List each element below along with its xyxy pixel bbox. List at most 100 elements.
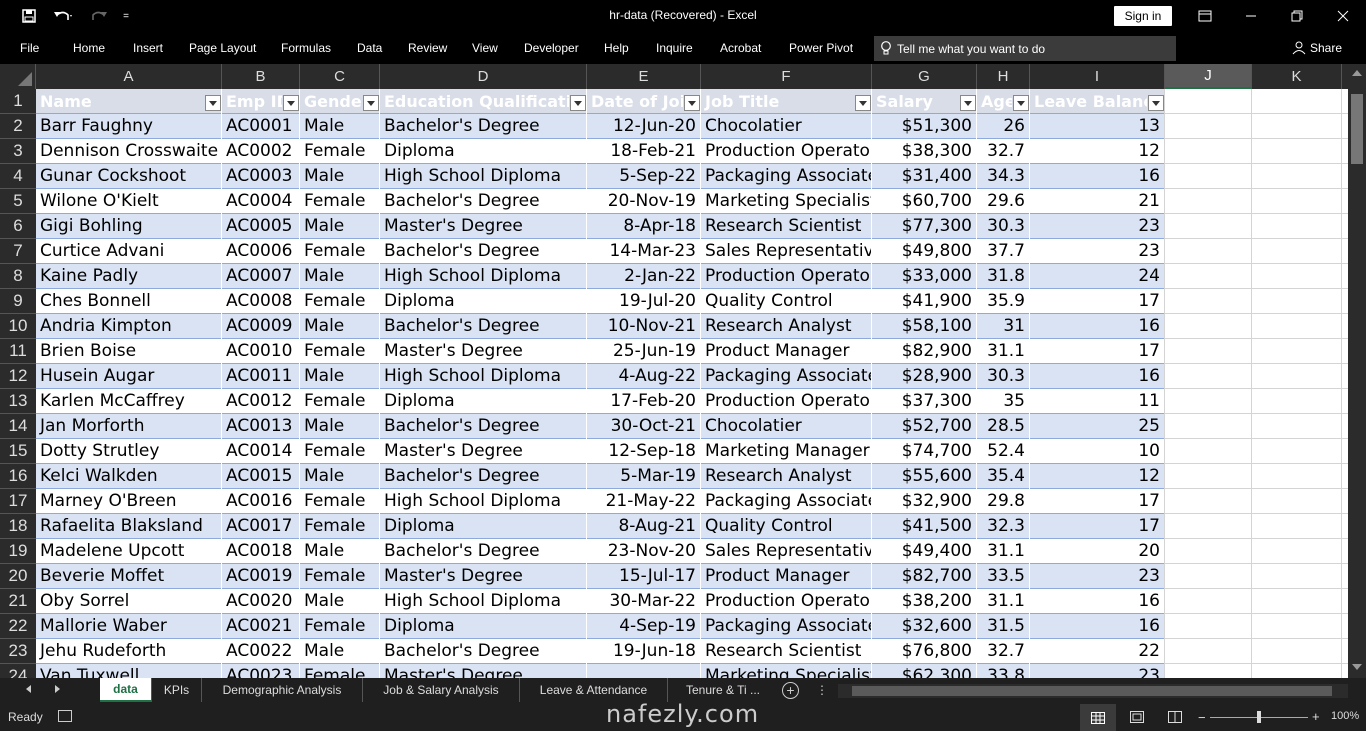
table-cell[interactable]: $31,400 <box>872 164 976 189</box>
table-cell[interactable]: 16 <box>1030 364 1164 389</box>
sheet-tab-leave-attendance[interactable]: Leave & Attendance <box>520 678 668 702</box>
table-cell[interactable]: Gunar Cockshoot <box>36 164 221 189</box>
row-header[interactable]: 8 <box>0 264 36 289</box>
table-cell[interactable]: AC0018 <box>222 539 299 564</box>
sign-in-button[interactable]: Sign in <box>1114 6 1172 26</box>
table-cell[interactable]: AC0022 <box>222 639 299 664</box>
table-cell[interactable]: Andria Kimpton <box>36 314 221 339</box>
table-cell[interactable]: 13 <box>1030 114 1164 139</box>
row-header[interactable]: 22 <box>0 614 36 639</box>
table-header-cell[interactable]: Age <box>977 89 1012 114</box>
sheet-tab-demographic-analysis[interactable]: Demographic Analysis <box>202 678 363 702</box>
table-cell[interactable]: Sales Representative <box>701 539 871 564</box>
table-cell[interactable]: 33.5 <box>977 564 1029 589</box>
column-header-i[interactable]: I <box>1030 64 1165 89</box>
row-header[interactable]: 5 <box>0 189 36 214</box>
tab-insert[interactable]: Insert <box>133 41 163 55</box>
table-cell[interactable]: Husein Augar <box>36 364 221 389</box>
table-cell[interactable]: Chocolatier <box>701 114 871 139</box>
table-cell[interactable]: 20 <box>1030 539 1164 564</box>
table-cell[interactable]: 33.8 <box>977 664 1029 678</box>
table-cell[interactable]: 15-Jul-17 <box>587 564 700 589</box>
table-cell[interactable]: Packaging Associate <box>701 489 871 514</box>
table-cell[interactable]: 23 <box>1030 214 1164 239</box>
column-header-h[interactable]: H <box>977 64 1030 89</box>
table-cell[interactable]: Bachelor's Degree <box>380 189 586 214</box>
row-header[interactable]: 19 <box>0 539 36 564</box>
row-header[interactable]: 21 <box>0 589 36 614</box>
table-cell[interactable]: High School Diploma <box>380 589 586 614</box>
table-cell[interactable]: 23-Nov-20 <box>587 539 700 564</box>
table-cell[interactable]: 34.3 <box>977 164 1029 189</box>
table-cell[interactable]: Oby Sorrel <box>36 589 221 614</box>
table-cell[interactable]: $76,800 <box>872 639 976 664</box>
macro-record-icon[interactable] <box>58 710 72 722</box>
horizontal-scroll-thumb[interactable] <box>852 686 1332 696</box>
row-header[interactable]: 14 <box>0 414 36 439</box>
table-cell[interactable]: 16 <box>1030 164 1164 189</box>
sheet-tab-job-salary-analysis[interactable]: Job & Salary Analysis <box>363 678 520 702</box>
table-cell[interactable]: Male <box>300 414 379 439</box>
row-header[interactable]: 24 <box>0 664 36 678</box>
row-header[interactable]: 13 <box>0 389 36 414</box>
close-icon[interactable] <box>1320 0 1366 32</box>
table-cell[interactable]: 21-May-22 <box>587 489 700 514</box>
scroll-up-icon[interactable] <box>1352 70 1362 76</box>
table-cell[interactable]: 5-Sep-22 <box>587 164 700 189</box>
table-cell[interactable]: Female <box>300 664 379 678</box>
row-header[interactable]: 23 <box>0 639 36 664</box>
tab-view[interactable]: View <box>472 41 498 55</box>
table-cell[interactable]: 35 <box>977 389 1029 414</box>
table-cell[interactable]: 32.3 <box>977 514 1029 539</box>
sheet-tab-data[interactable]: data <box>100 678 152 702</box>
sheet-tab-kpis[interactable]: KPIs <box>152 678 202 702</box>
table-cell[interactable]: 31.1 <box>977 589 1029 614</box>
table-cell[interactable]: $33,000 <box>872 264 976 289</box>
table-cell[interactable]: 24 <box>1030 264 1164 289</box>
table-cell[interactable]: $37,300 <box>872 389 976 414</box>
table-cell[interactable]: 12-Sep-18 <box>587 439 700 464</box>
filter-dropdown-icon[interactable] <box>363 95 379 111</box>
table-cell[interactable]: $82,700 <box>872 564 976 589</box>
table-cell[interactable]: Karlen McCaffrey <box>36 389 221 414</box>
add-sheet-icon[interactable]: + <box>782 682 799 699</box>
table-cell[interactable]: 17 <box>1030 514 1164 539</box>
table-cell[interactable]: AC0008 <box>222 289 299 314</box>
table-cell[interactable]: 11 <box>1030 389 1164 414</box>
table-cell[interactable]: Kelci Walkden <box>36 464 221 489</box>
table-cell[interactable]: Dotty Strutley <box>36 439 221 464</box>
table-cell[interactable]: 25-Jun-19 <box>587 339 700 364</box>
table-cell[interactable]: 14-Mar-23 <box>587 239 700 264</box>
table-cell[interactable]: Product Manager <box>701 564 871 589</box>
table-cell[interactable]: 25 <box>1030 414 1164 439</box>
minimize-icon[interactable] <box>1228 0 1274 32</box>
table-cell[interactable]: Production Operator <box>701 139 871 164</box>
row-header[interactable]: 16 <box>0 464 36 489</box>
table-cell[interactable]: Female <box>300 489 379 514</box>
filter-dropdown-icon[interactable] <box>960 95 976 111</box>
row-header[interactable]: 20 <box>0 564 36 589</box>
table-cell[interactable]: Curtice Advani <box>36 239 221 264</box>
table-cell[interactable]: Marney O'Breen <box>36 489 221 514</box>
table-cell[interactable]: High School Diploma <box>380 364 586 389</box>
table-cell[interactable]: Sales Representative <box>701 239 871 264</box>
filter-dropdown-icon[interactable] <box>684 95 700 111</box>
table-header-cell[interactable]: Salary <box>872 89 959 114</box>
table-cell[interactable]: Bachelor's Degree <box>380 414 586 439</box>
column-header-c[interactable]: C <box>300 64 380 89</box>
table-cell[interactable]: Dennison Crosswaite <box>36 139 221 164</box>
table-cell[interactable]: Packaging Associate <box>701 364 871 389</box>
table-cell[interactable]: Female <box>300 439 379 464</box>
table-cell[interactable]: Female <box>300 289 379 314</box>
table-cell[interactable]: 4-Sep-19 <box>587 614 700 639</box>
table-cell[interactable]: 31 <box>977 314 1029 339</box>
table-cell[interactable]: AC0011 <box>222 364 299 389</box>
table-cell[interactable]: Research Analyst <box>701 314 871 339</box>
table-cell[interactable]: 17 <box>1030 289 1164 314</box>
table-cell[interactable]: Barr Faughny <box>36 114 221 139</box>
table-cell[interactable]: Rafaelita Blaksland <box>36 514 221 539</box>
table-cell[interactable]: AC0021 <box>222 614 299 639</box>
table-cell[interactable]: Production Operator <box>701 589 871 614</box>
table-cell[interactable]: 8-Aug-21 <box>587 514 700 539</box>
column-header-j[interactable]: J <box>1165 64 1252 89</box>
